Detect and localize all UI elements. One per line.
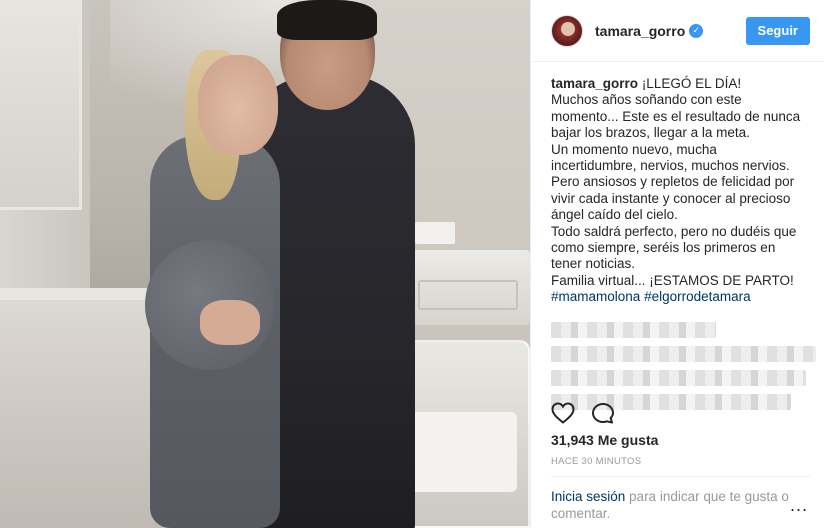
caption-line: Un momento nuevo, mucha bbox=[551, 141, 717, 157]
photo-drawer bbox=[418, 280, 518, 310]
verified-badge-icon: ✓ bbox=[689, 23, 704, 38]
hashtag-link[interactable]: #mamamolona bbox=[551, 289, 640, 304]
blurred-comments bbox=[551, 321, 816, 410]
caption-line: tener noticias. bbox=[551, 256, 636, 272]
blurred-comment bbox=[551, 369, 806, 386]
caption-line: tamara_gorro ¡LLEGÓ EL DÍA! bbox=[551, 76, 804, 92]
comment-icon[interactable] bbox=[591, 402, 615, 424]
caption-line: Todo saldrá perfecto, pero no dudéis que bbox=[551, 223, 797, 239]
follow-button[interactable]: Seguir bbox=[745, 16, 810, 45]
likes-count[interactable]: 31,943 Me gusta bbox=[551, 432, 658, 448]
photo-man-hair bbox=[277, 0, 377, 40]
caption-line: momento... Este es el resultado de nunca bbox=[551, 108, 801, 124]
caption-username[interactable]: tamara_gorro bbox=[551, 76, 638, 91]
post-photo[interactable] bbox=[0, 0, 530, 528]
blurred-comment bbox=[551, 345, 816, 362]
caption-line: Familia virtual... ¡ESTAMOS DE PARTO! bbox=[551, 272, 794, 288]
heart-icon[interactable] bbox=[551, 402, 575, 424]
caption-line: incertidumbre, nervios, muchos nervios. bbox=[551, 158, 790, 174]
photo-outlets bbox=[415, 222, 455, 244]
caption-line: Muchos años soñando con este bbox=[551, 92, 742, 108]
photo-cabinet bbox=[410, 250, 530, 325]
photo-woman-head bbox=[198, 55, 278, 155]
photo-window bbox=[0, 0, 82, 210]
photo-hand bbox=[200, 300, 260, 345]
login-prompt: Inicia sesión para indicar que te gusta … bbox=[551, 488, 801, 522]
more-options-icon[interactable]: ... bbox=[790, 496, 808, 514]
photo-bed bbox=[0, 300, 175, 528]
post-sidebar: tamara_gorro ✓ Seguir tamara_gorro ¡LLEG… bbox=[530, 0, 824, 528]
caption-text: ¡LLEGÓ EL DÍA! bbox=[641, 76, 742, 91]
caption-line: Pero ansiosos y repletos de felicidad po… bbox=[551, 174, 795, 190]
caption-line: ángel caído del cielo. bbox=[551, 207, 678, 223]
instagram-post: tamara_gorro ✓ Seguir tamara_gorro ¡LLEG… bbox=[0, 0, 824, 528]
hashtag-line: #mamamolona #elgorrodetamara bbox=[551, 289, 804, 305]
post-header: tamara_gorro ✓ Seguir bbox=[531, 0, 824, 62]
caption-line: como siempre, seréis los primeros en bbox=[551, 240, 776, 256]
action-bar bbox=[551, 402, 615, 424]
post-timestamp[interactable]: HACE 30 MINUTOS bbox=[551, 456, 641, 467]
hashtag-link[interactable]: #elgorrodetamara bbox=[644, 289, 751, 304]
avatar[interactable] bbox=[551, 14, 583, 47]
caption: tamara_gorro ¡LLEGÓ EL DÍA! Muchos años … bbox=[551, 76, 804, 306]
divider bbox=[551, 476, 810, 477]
caption-line: vivir cada instante y conocer al precios… bbox=[551, 190, 791, 206]
login-link[interactable]: Inicia sesión bbox=[551, 489, 625, 504]
header-username[interactable]: tamara_gorro bbox=[595, 23, 685, 39]
caption-line: bajar los brazos, llegar a la meta. bbox=[551, 125, 750, 141]
blurred-comment bbox=[551, 321, 716, 338]
